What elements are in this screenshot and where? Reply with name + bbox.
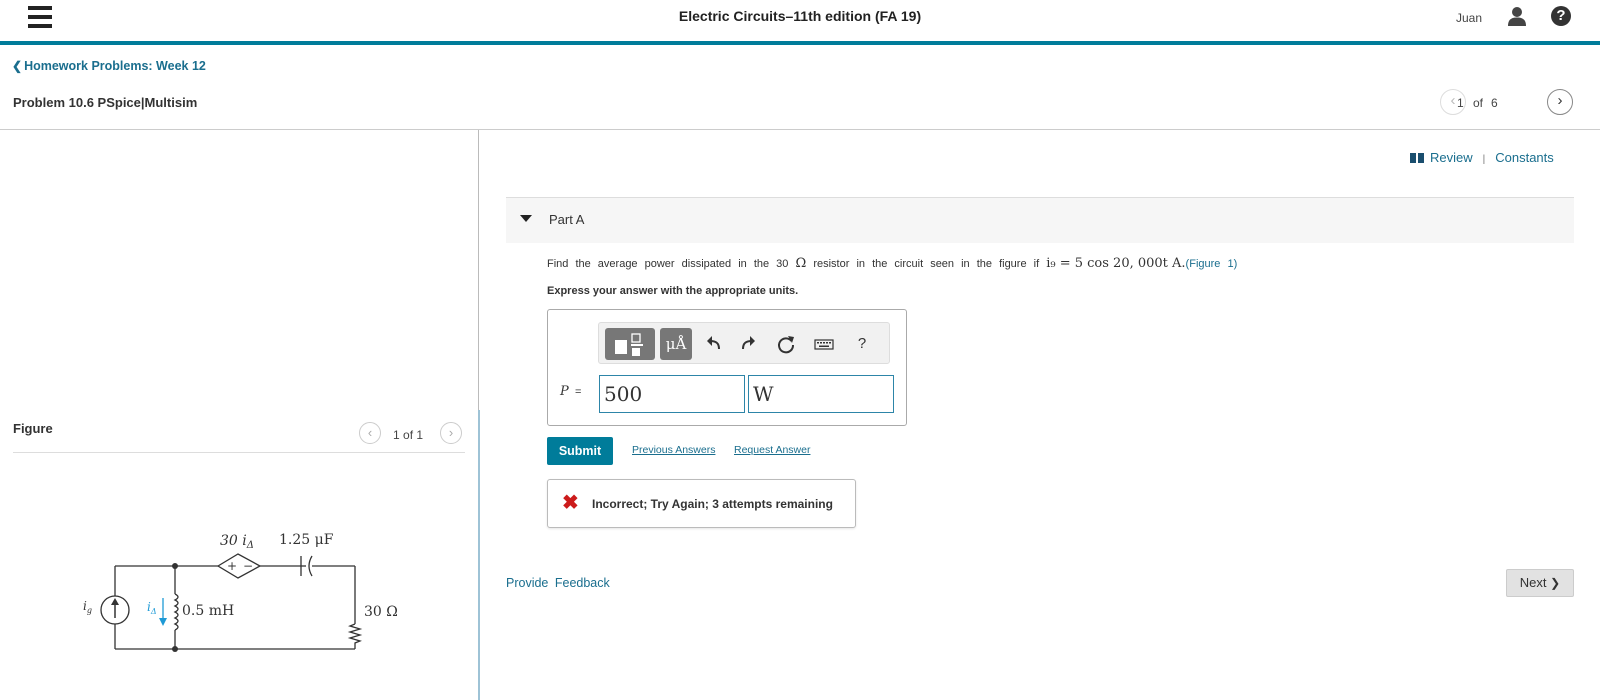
answer-variable: P <box>560 384 569 399</box>
part-a-header[interactable]: Part A <box>506 198 1574 243</box>
figure-page-total: 1 <box>416 428 424 442</box>
dep-source-label: 30 iΔ <box>220 533 254 551</box>
figure-divider <box>13 452 465 453</box>
part-title: Part A <box>549 212 585 227</box>
templates-icon <box>615 333 643 356</box>
feedback-message: Incorrect; Try Again; 3 attempts remaini… <box>592 497 833 511</box>
user-icon[interactable] <box>1506 5 1528 27</box>
question-omega: Ω <box>795 256 807 271</box>
resistor-label: 30 Ω <box>364 604 398 620</box>
top-bar: Electric Circuits–11th edition (FA 19) J… <box>0 0 1600 41</box>
review-links: Review | Constants <box>1410 150 1554 165</box>
answer-box: μÅ ? P = 500 W <box>547 309 907 426</box>
next-button[interactable]: Next ❯ <box>1506 569 1574 597</box>
prev-figure-button[interactable]: ‹ <box>359 422 381 444</box>
answer-unit-input[interactable]: W <box>748 375 894 413</box>
capacitor-label: 1.25 μF <box>279 532 334 548</box>
circuit-diagram: 30 iΔ 1.25 μF + − 0.5 mH 30 Ω ig iΔ <box>83 532 398 652</box>
question-text: Find the average power dissipated in the… <box>547 256 1237 271</box>
figure-link-close: ) <box>1233 258 1238 270</box>
chevron-left-icon: ❮ <box>12 59 23 73</box>
user-name[interactable]: Juan <box>1456 11 1482 25</box>
caret-down-icon[interactable] <box>520 215 532 222</box>
figure-pager: 1 of 1 <box>393 428 423 442</box>
minus-sign: − <box>243 559 253 573</box>
node-top <box>172 563 178 569</box>
help-icon[interactable]: ? <box>1551 6 1571 26</box>
chevron-right-icon: ❯ <box>1550 576 1561 590</box>
previous-answers-link[interactable]: Previous Answers <box>632 444 715 456</box>
reset-icon[interactable] <box>775 333 797 355</box>
feedback-box: ✖ Incorrect; Try Again; 3 attempts remai… <box>547 479 856 528</box>
answer-equals: = <box>575 386 582 398</box>
resistor <box>347 623 363 646</box>
problem-page-of: of <box>1473 96 1484 110</box>
next-problem-button[interactable]: › <box>1547 89 1573 115</box>
panel-divider-accent <box>478 410 480 700</box>
question-math: i₉ = 5 cos 20, 000t A. <box>1046 256 1186 271</box>
inductor <box>173 593 179 631</box>
inductor-label: 0.5 mH <box>182 603 234 619</box>
figure-label: Figure <box>13 421 53 436</box>
figure-link[interactable]: Figure 1 <box>1189 258 1233 270</box>
provide-feedback-link[interactable]: Provide Feedback <box>506 576 610 590</box>
plus-sign: + <box>227 559 237 573</box>
answer-value-input[interactable]: 500 <box>599 375 745 413</box>
dependent-voltage-source <box>216 553 262 579</box>
redo-icon[interactable] <box>737 333 759 355</box>
review-separator: | <box>1482 154 1486 165</box>
error-x-icon: ✖ <box>562 492 579 514</box>
problem-page-total: 6 <box>1491 96 1498 110</box>
problem-title: Problem 10.6 PSpice|Multisim <box>13 95 198 110</box>
next-button-label: Next <box>1519 575 1547 590</box>
templates-button[interactable] <box>605 328 655 360</box>
review-link[interactable]: Review <box>1430 150 1473 165</box>
problem-page-current: 1 <box>1457 96 1464 110</box>
book-icon <box>1410 153 1424 163</box>
keyboard-icon[interactable] <box>813 333 835 355</box>
constants-link[interactable]: Constants <box>1495 150 1554 165</box>
next-figure-button[interactable]: › <box>440 422 462 444</box>
submit-button[interactable]: Submit <box>547 437 613 465</box>
node-bottom <box>172 646 178 652</box>
figure-page-current: 1 <box>393 428 400 442</box>
ig-label: ig <box>83 599 92 615</box>
app-title: Electric Circuits–11th edition (FA 19) <box>678 8 922 24</box>
breadcrumb-label: Homework Problems: Week 12 <box>24 59 206 73</box>
breadcrumb[interactable]: ❮ Homework Problems: Week 12 <box>12 59 206 73</box>
idelta-label: iΔ <box>147 600 157 616</box>
units-button[interactable]: μÅ <box>660 328 692 360</box>
instruction-text: Express your answer with the appropriate… <box>547 285 799 297</box>
capacitor-plate-right <box>308 555 313 577</box>
question-text-middle: resistor in the circuit seen in the figu… <box>813 258 1040 270</box>
toolbar-help-button[interactable]: ? <box>851 333 873 355</box>
undo-icon[interactable] <box>703 333 725 355</box>
math-toolbar: μÅ ? <box>598 322 890 364</box>
question-text-before: Find the average power dissipated in the… <box>547 258 789 270</box>
top-bar-accent-line <box>0 41 1600 45</box>
request-answer-link[interactable]: Request Answer <box>734 444 810 456</box>
figure-page-of: of <box>403 428 414 442</box>
